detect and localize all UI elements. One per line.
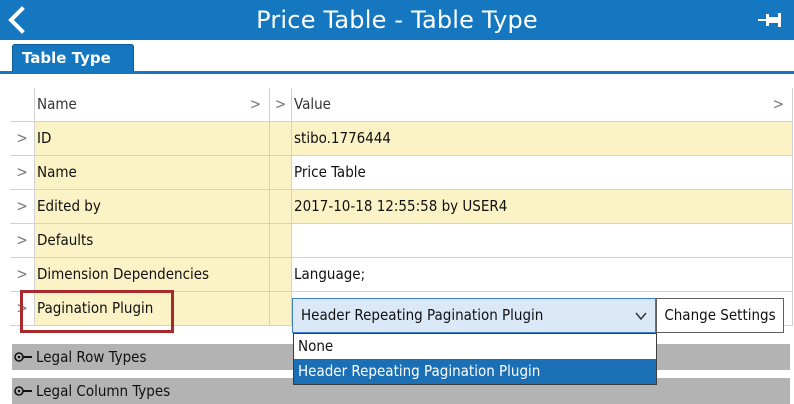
chevron-right-icon[interactable]: > [10, 258, 35, 292]
pagination-plugin-select[interactable]: Header Repeating Pagination Plugin [292, 298, 656, 333]
row-name-cell: Defaults [35, 224, 270, 258]
change-settings-button[interactable]: Change Settings [656, 298, 784, 333]
table-row[interactable]: > Edited by 2017-10-18 12:55:58 by USER4 [10, 190, 794, 224]
header-expander-cell [10, 88, 35, 122]
pin-icon[interactable] [758, 11, 782, 29]
column-header-name-label: Name [37, 95, 77, 113]
table-row[interactable]: > Dimension Dependencies Language; [10, 258, 794, 292]
tab-strip: Table Type [0, 40, 794, 74]
pagination-plugin-dropdown: None Header Repeating Pagination Plugin [293, 333, 657, 385]
column-header-name[interactable]: Name > [35, 88, 270, 122]
chevron-right-icon[interactable]: > [10, 190, 35, 224]
row-name-cell: ID [35, 122, 270, 156]
table-row[interactable]: > Name Price Table [10, 156, 794, 190]
expand-key-icon [14, 386, 32, 396]
dropdown-option-header-repeating[interactable]: Header Repeating Pagination Plugin [294, 359, 656, 384]
row-spacer-cell [270, 292, 292, 326]
column-header-value[interactable]: Value > [292, 88, 793, 122]
chevron-right-icon[interactable]: > [10, 224, 35, 258]
chevron-right-icon[interactable]: > [10, 122, 35, 156]
chevron-right-icon: > [249, 95, 261, 113]
column-header-value-label: Value [294, 95, 331, 113]
row-name-cell: Name [35, 156, 270, 190]
section-label: Legal Row Types [36, 348, 147, 366]
row-value-cell[interactable]: Language; [292, 258, 793, 292]
dropdown-option-none[interactable]: None [294, 334, 656, 359]
row-name-cell: Dimension Dependencies [35, 258, 270, 292]
row-value-cell: 2017-10-18 12:55:58 by USER4 [292, 190, 793, 224]
table-row[interactable]: > ID stibo.1776444 [10, 122, 794, 156]
grid-left-margin [0, 88, 10, 328]
row-value-cell[interactable] [292, 224, 793, 258]
row-spacer-cell [270, 258, 292, 292]
tab-table-type[interactable]: Table Type [12, 44, 134, 74]
grid-header-row: Name > > Value > [10, 88, 794, 122]
row-spacer-cell [270, 156, 292, 190]
chevron-right-icon[interactable]: > [10, 156, 35, 190]
expand-key-icon [14, 352, 32, 362]
row-spacer-cell [270, 224, 292, 258]
row-value-cell: stibo.1776444 [292, 122, 793, 156]
column-header-expander[interactable]: > [270, 88, 292, 122]
row-value-cell[interactable]: Price Table [292, 156, 793, 190]
section-label: Legal Column Types [36, 382, 171, 400]
chevron-right-icon: > [772, 95, 784, 113]
pagination-plugin-selected-value: Header Repeating Pagination Plugin [301, 306, 544, 324]
chevron-down-icon [635, 312, 647, 321]
tab-underline [0, 71, 794, 74]
row-spacer-cell [270, 122, 292, 156]
window-title: Price Table - Table Type [256, 6, 538, 34]
highlight-box [20, 290, 174, 333]
title-bar: Price Table - Table Type [0, 0, 794, 40]
row-spacer-cell [270, 190, 292, 224]
row-name-cell: Edited by [35, 190, 270, 224]
table-row[interactable]: > Defaults [10, 224, 794, 258]
